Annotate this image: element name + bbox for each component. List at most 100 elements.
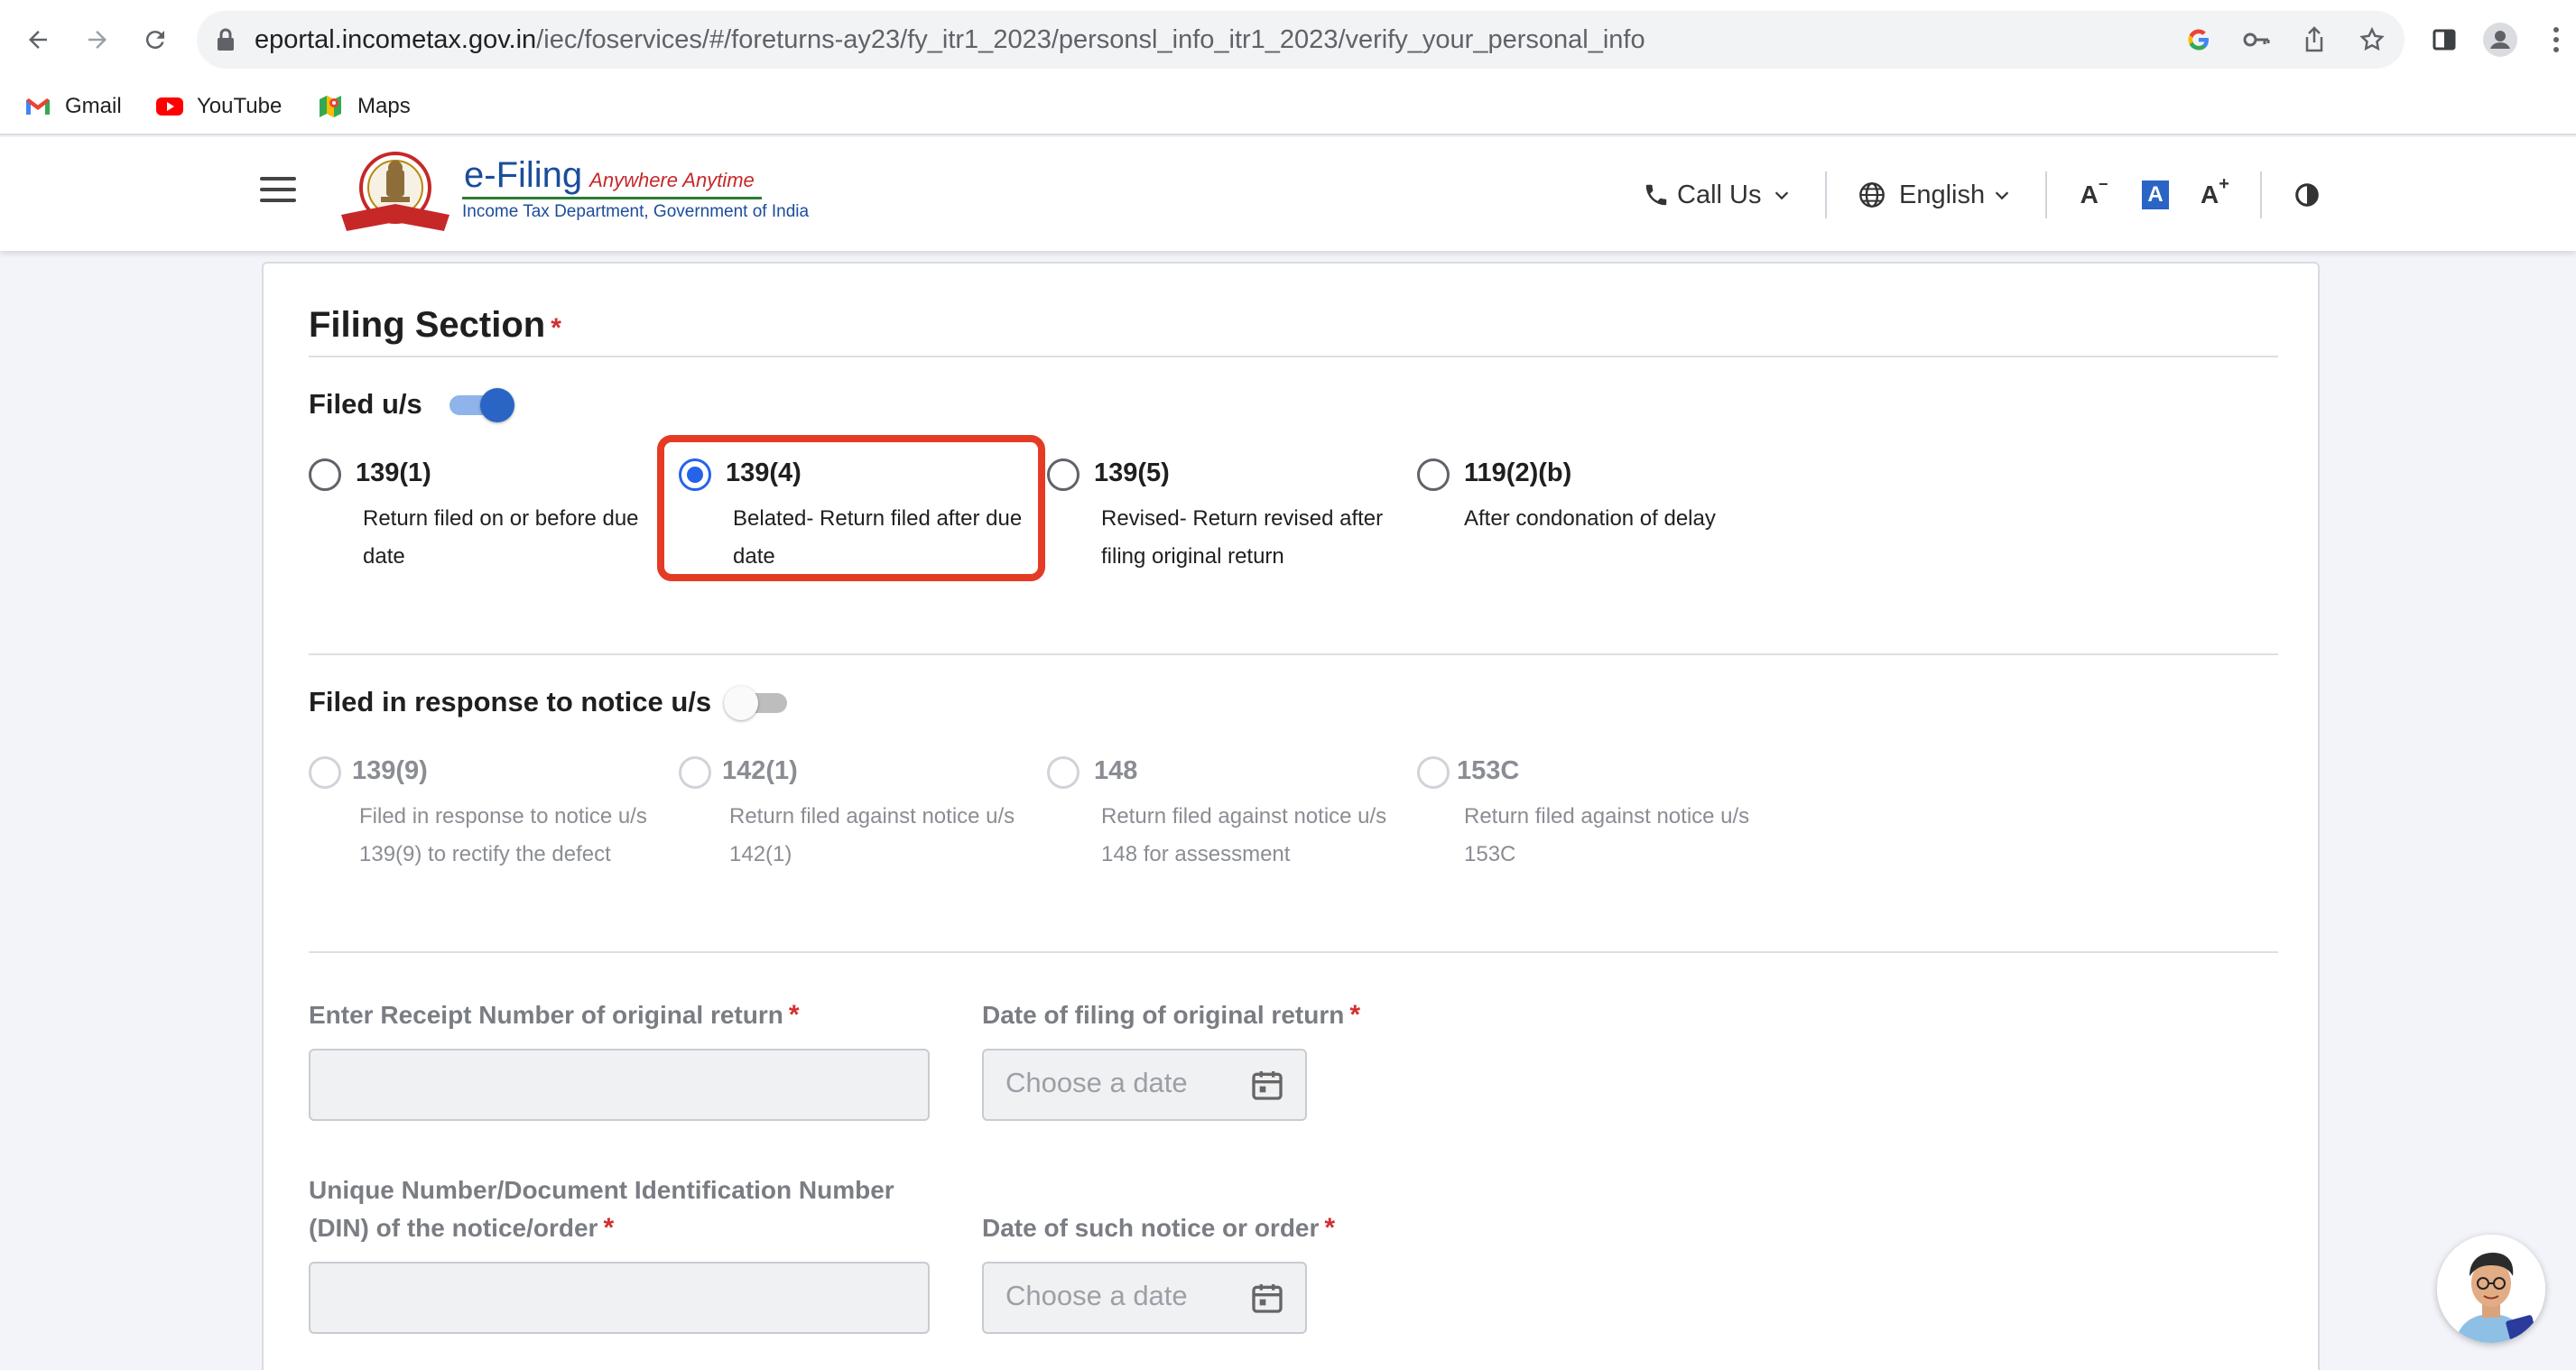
browser-toolbar: eportal.incometax.gov.in/iec/foservices/… <box>0 0 2576 79</box>
calendar-icon[interactable] <box>1249 1280 1285 1316</box>
radio-139-5[interactable] <box>1047 458 1080 491</box>
efiling-logo-title: e-Filing Anywhere Anytime <box>464 155 755 196</box>
date-notice-input[interactable] <box>1005 1280 1240 1312</box>
chevron-down-icon <box>1775 191 1789 200</box>
radio-139-1[interactable] <box>309 458 341 491</box>
income-tax-emblem-logo[interactable] <box>334 148 457 238</box>
section-title: Filing Section * <box>309 305 561 346</box>
notice-toggle[interactable] <box>724 684 787 720</box>
url-text[interactable]: eportal.incometax.gov.in/iec/foservices/… <box>255 25 1645 55</box>
logo-title-text: e-Filing <box>464 155 583 195</box>
bookmark-youtube[interactable]: YouTube <box>155 88 282 125</box>
din-label-text: Unique Number/Document Identification Nu… <box>309 1176 894 1242</box>
radio-142-1 <box>679 756 711 789</box>
font-increase-label: A <box>2201 181 2219 208</box>
date-notice-label: Date of such notice or order * <box>982 1209 1335 1247</box>
back-icon[interactable] <box>18 20 58 60</box>
language-selector[interactable]: English <box>1858 177 2012 213</box>
date-original-label: Date of filing of original return * <box>982 996 1360 1034</box>
contrast-icon[interactable] <box>2289 177 2325 213</box>
menu-kebab-icon[interactable] <box>2536 20 2576 60</box>
option-code: 142(1) <box>722 756 798 785</box>
font-decrease-label: A <box>2080 181 2099 208</box>
date-notice-label-text: Date of such notice or order <box>982 1214 1320 1242</box>
share-icon[interactable] <box>2298 23 2330 56</box>
toggle-knob <box>724 686 758 720</box>
option-desc: Filed in response to notice u/s 139(9) t… <box>359 804 647 866</box>
filed-us-label: Filed u/s <box>309 388 422 420</box>
font-normal-icon[interactable]: A <box>2137 177 2173 213</box>
font-decrease-icon[interactable]: A − <box>2076 175 2112 213</box>
bookmark-gmail[interactable]: Gmail <box>23 88 122 125</box>
maps-icon <box>316 94 345 119</box>
din-label: Unique Number/Document Identification Nu… <box>309 1171 959 1247</box>
font-normal-label: A <box>2142 181 2169 209</box>
radio-153c <box>1417 756 1450 789</box>
date-notice-field[interactable] <box>982 1262 1307 1334</box>
option-code: 139(9) <box>352 756 428 785</box>
option-desc: Revised- Return revised after filing ori… <box>1101 506 1384 569</box>
call-us-label: Call Us <box>1677 180 1762 209</box>
receipt-number-label-text: Enter Receipt Number of original return <box>309 1001 783 1029</box>
option-code: 139(1) <box>356 458 431 487</box>
bookmark-label: Maps <box>357 94 411 118</box>
date-original-input[interactable] <box>1005 1067 1240 1099</box>
bookmark-star-icon[interactable] <box>2356 23 2388 56</box>
address-bar[interactable]: eportal.incometax.gov.in/iec/foservices/… <box>197 11 2405 69</box>
site-header: e-Filing Anywhere Anytime Income Tax Depa… <box>0 137 2576 251</box>
bookmark-label: YouTube <box>197 94 283 118</box>
globe-icon <box>1859 182 1885 208</box>
url-path: /iec/foservices/#/foreturns-ay23/fy_itr1… <box>536 25 1645 54</box>
forward-icon[interactable] <box>78 20 117 60</box>
header-divider <box>1825 171 1827 218</box>
reload-icon[interactable] <box>135 20 175 60</box>
section-divider <box>309 653 2278 655</box>
option-desc: Return filed against notice u/s 142(1) <box>729 804 1015 866</box>
font-increase-icon[interactable]: A + <box>2197 174 2233 213</box>
radio-119-2-b[interactable] <box>1417 458 1450 491</box>
required-asterisk: * <box>551 313 561 343</box>
logo-underline <box>462 197 762 199</box>
section-divider <box>309 951 2278 953</box>
calendar-icon[interactable] <box>1249 1067 1285 1103</box>
option-desc: Return filed against notice u/s 148 for … <box>1101 804 1387 866</box>
google-icon[interactable] <box>2182 23 2215 56</box>
receipt-number-input[interactable] <box>309 1049 930 1121</box>
filed-us-toggle[interactable] <box>449 386 514 422</box>
option-desc: After condonation of delay <box>1464 506 1716 531</box>
youtube-icon <box>155 94 184 119</box>
required-asterisk: * <box>1324 1213 1336 1243</box>
date-original-label-text: Date of filing of original return <box>982 1001 1345 1029</box>
chevron-down-icon <box>1995 191 2009 200</box>
filing-section-card: Filing Section * Filed u/s 139(1) Return … <box>262 262 2320 1370</box>
hamburger-menu-icon[interactable] <box>260 177 296 206</box>
din-input[interactable] <box>309 1262 930 1334</box>
call-us-menu[interactable]: Call Us <box>1643 177 1792 213</box>
profile-icon[interactable] <box>2480 20 2520 60</box>
header-divider <box>2045 171 2047 218</box>
header-divider <box>2260 171 2262 218</box>
key-icon[interactable] <box>2240 23 2273 56</box>
option-desc: Return filed against notice u/s 153C <box>1464 804 1750 866</box>
receipt-number-label: Enter Receipt Number of original return * <box>309 996 800 1034</box>
option-code: 148 <box>1094 756 1138 785</box>
bookmarks-bar: Gmail YouTube Maps <box>0 79 2576 135</box>
required-asterisk: * <box>788 1000 800 1030</box>
option-code: 153C <box>1457 756 1520 785</box>
bookmark-maps[interactable]: Maps <box>316 88 411 125</box>
date-original-field[interactable] <box>982 1049 1307 1121</box>
logo-subtitle: Income Tax Department, Government of Ind… <box>462 202 810 221</box>
lock-icon[interactable] <box>209 23 242 56</box>
option-code: 119(2)(b) <box>1464 458 1572 487</box>
required-asterisk: * <box>1349 1000 1361 1030</box>
url-host: eportal.incometax.gov.in <box>255 25 537 54</box>
option-code: 139(5) <box>1094 458 1170 487</box>
gmail-icon <box>23 94 52 119</box>
language-label: English <box>1899 180 1986 209</box>
section-title-text: Filing Section <box>309 305 546 345</box>
bookmark-label: Gmail <box>65 94 122 118</box>
side-panel-icon[interactable] <box>2424 20 2464 60</box>
chatbot-avatar-button[interactable] <box>2437 1235 2545 1343</box>
notice-label: Filed in response to notice u/s <box>309 686 712 717</box>
section-divider <box>309 356 2278 357</box>
